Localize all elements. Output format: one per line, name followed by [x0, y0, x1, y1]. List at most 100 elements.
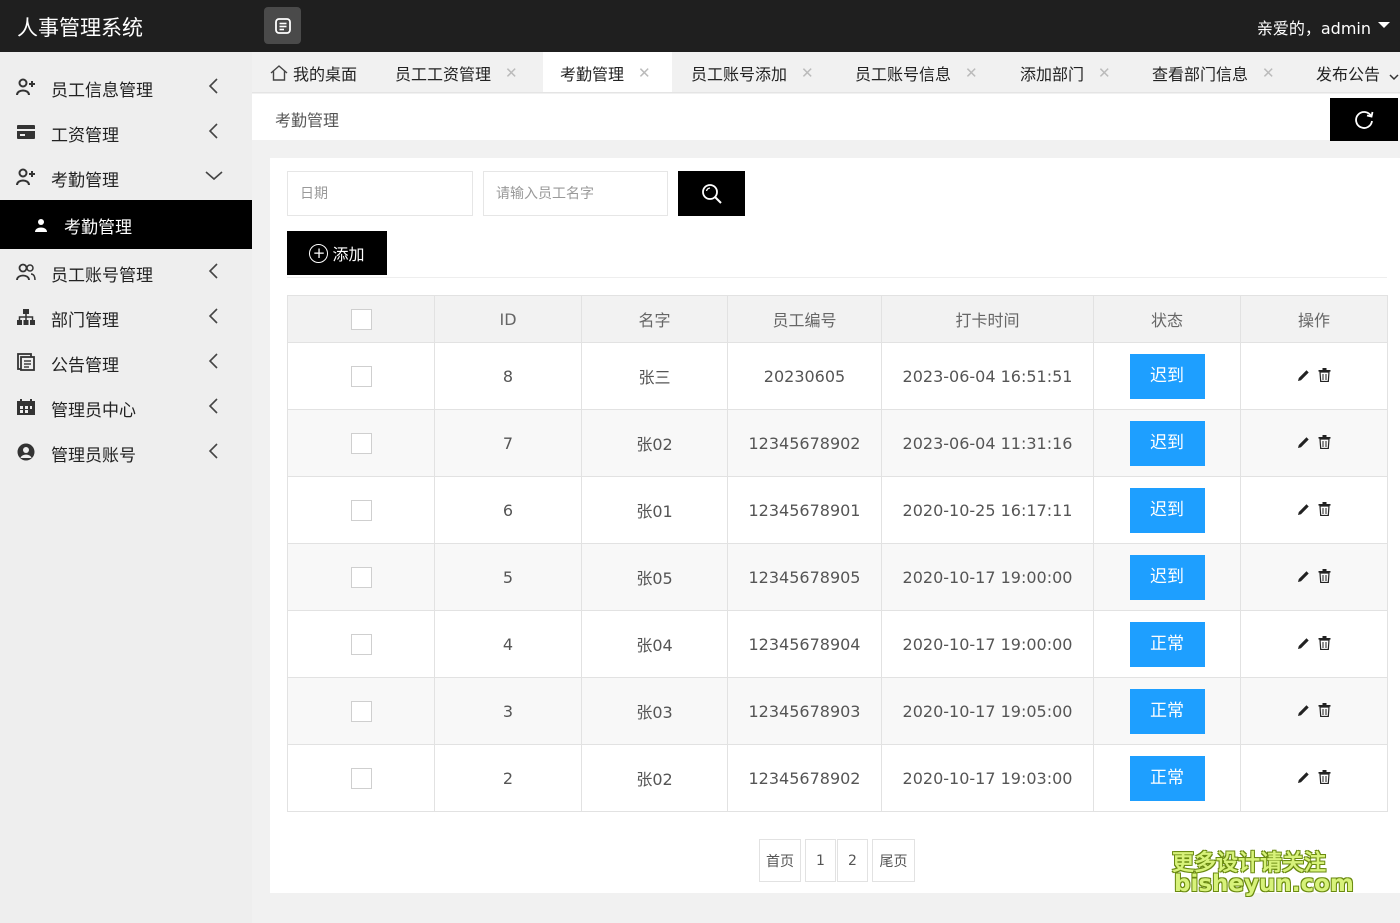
tab-add-department[interactable]: 添加部门 ✕: [1002, 52, 1134, 92]
employee-name-input[interactable]: [483, 171, 668, 216]
tab-account-add[interactable]: 员工账号添加 ✕: [672, 52, 837, 92]
refresh-icon: [1355, 110, 1374, 129]
menu-list-icon: [274, 17, 291, 34]
status-button[interactable]: 迟到: [1129, 554, 1205, 600]
name-cell: 张04: [581, 610, 728, 678]
status-button[interactable]: 正常: [1129, 755, 1205, 801]
close-icon[interactable]: ✕: [1098, 64, 1111, 82]
trash-icon[interactable]: [1318, 569, 1331, 583]
tab-salary[interactable]: 员工工资管理 ✕: [378, 52, 543, 92]
sidebar-item-label: 管理员账号: [51, 446, 136, 466]
menu-toggle-button[interactable]: [264, 7, 301, 44]
sidebar-item-label: 员工账号管理: [51, 266, 153, 286]
sidebar-item-account[interactable]: 员工账号管理: [0, 249, 252, 294]
tab-label: 员工账号添加: [691, 64, 788, 84]
tab-attendance[interactable]: 考勤管理 ✕: [543, 52, 672, 92]
id-cell: 8: [434, 342, 582, 410]
edit-icon[interactable]: [1297, 637, 1310, 650]
select-all-checkbox[interactable]: [350, 308, 372, 330]
table-row: 5 张05 12345678905 2020-10-17 19:00:00 迟到: [287, 543, 1388, 611]
sidebar-item-employee-info[interactable]: 员工信息管理: [0, 64, 252, 109]
status-cell: 正常: [1093, 744, 1241, 812]
close-icon[interactable]: ✕: [505, 64, 518, 82]
name-cell: 张02: [581, 744, 728, 812]
trash-icon[interactable]: [1318, 703, 1331, 717]
sidebar-item-label: 员工信息管理: [51, 81, 153, 101]
trash-icon[interactable]: [1318, 435, 1331, 449]
trash-icon[interactable]: [1318, 770, 1331, 784]
tab-publish-notice[interactable]: 发布公告: [1299, 52, 1399, 92]
table-row: 4 张04 12345678904 2020-10-17 19:00:00 正常: [287, 610, 1388, 678]
name-cell: 张03: [581, 677, 728, 745]
edit-icon[interactable]: [1297, 369, 1310, 382]
users-icon: [16, 262, 36, 282]
pager-page-2[interactable]: 2: [837, 839, 868, 882]
id-cell: 3: [434, 677, 582, 745]
tab-bar: 我的桌面 员工工资管理 ✕ 考勤管理 ✕ 员工账号添加 ✕ 员工账号信息 ✕ 添…: [252, 52, 1400, 93]
row-checkbox[interactable]: [350, 700, 372, 722]
table-row: 2 张02 12345678902 2020-10-17 19:03:00 正常: [287, 744, 1388, 812]
row-checkbox[interactable]: [350, 633, 372, 655]
tab-account-info[interactable]: 员工账号信息 ✕: [837, 52, 1002, 92]
tab-desktop[interactable]: 我的桌面: [252, 52, 378, 92]
sidebar-item-notice[interactable]: 公告管理: [0, 339, 252, 384]
tab-scroll-right[interactable]: [1386, 52, 1400, 92]
sidebar-subitem-label: 考勤管理: [64, 218, 132, 238]
sidebar-item-salary[interactable]: 工资管理: [0, 109, 252, 154]
name-cell: 张01: [581, 476, 728, 544]
wallet-icon: [16, 122, 36, 142]
tab-label: 员工账号信息: [855, 64, 952, 84]
search-button[interactable]: [678, 171, 745, 216]
tab-department-info[interactable]: 查看部门信息 ✕: [1134, 52, 1299, 92]
trash-icon[interactable]: [1318, 502, 1331, 516]
date-input[interactable]: [287, 171, 473, 216]
actions-cell: [1240, 409, 1388, 477]
column-header: 名字: [581, 295, 728, 343]
sidebar-item-attendance[interactable]: 考勤管理: [0, 154, 252, 199]
column-header: 状态: [1093, 295, 1241, 343]
sidebar-item-department[interactable]: 部门管理: [0, 294, 252, 339]
edit-icon[interactable]: [1297, 436, 1310, 449]
pager-last[interactable]: 尾页: [872, 839, 915, 882]
trash-icon[interactable]: [1318, 368, 1331, 382]
chevron-left-icon: [208, 263, 218, 279]
status-button[interactable]: 迟到: [1129, 420, 1205, 466]
add-button[interactable]: + 添加: [287, 231, 387, 275]
row-checkbox[interactable]: [350, 365, 372, 387]
edit-icon[interactable]: [1297, 503, 1310, 516]
close-icon[interactable]: ✕: [1262, 64, 1275, 82]
status-button[interactable]: 迟到: [1129, 487, 1205, 533]
status-cell: 迟到: [1093, 543, 1241, 611]
sitemap-icon: [16, 307, 36, 327]
status-cell: 迟到: [1093, 409, 1241, 477]
row-checkbox[interactable]: [350, 566, 372, 588]
chevron-left-icon: [208, 443, 218, 459]
sidebar-item-admin-account[interactable]: 管理员账号: [0, 429, 252, 474]
edit-icon[interactable]: [1297, 570, 1310, 583]
sidebar-item-admin-center[interactable]: 管理员中心: [0, 384, 252, 429]
row-checkbox[interactable]: [350, 767, 372, 789]
status-button[interactable]: 正常: [1129, 621, 1205, 667]
edit-icon[interactable]: [1297, 771, 1310, 784]
pager-first[interactable]: 首页: [759, 839, 801, 882]
pager-page-1[interactable]: 1: [805, 839, 836, 882]
name-cell: 张三: [581, 342, 728, 410]
select-cell: [287, 409, 435, 477]
status-button[interactable]: 迟到: [1129, 353, 1205, 399]
table-row: 8 张三 20230605 2023-06-04 16:51:51 迟到: [287, 342, 1388, 410]
sidebar-subitem-attendance[interactable]: 考勤管理: [0, 200, 252, 249]
edit-icon[interactable]: [1297, 704, 1310, 717]
trash-icon[interactable]: [1318, 636, 1331, 650]
row-checkbox[interactable]: [350, 499, 372, 521]
close-icon[interactable]: ✕: [965, 64, 978, 82]
user-circle-icon: [16, 442, 36, 462]
row-checkbox[interactable]: [350, 432, 372, 454]
column-header: ID: [434, 295, 582, 343]
user-menu[interactable]: 亲爱的，admin: [1257, 15, 1390, 39]
clock-time-cell: 2020-10-17 19:05:00: [881, 677, 1094, 745]
refresh-button[interactable]: [1330, 98, 1398, 141]
status-button[interactable]: 正常: [1129, 688, 1205, 734]
chevron-left-icon: [208, 353, 218, 369]
close-icon[interactable]: ✕: [801, 64, 814, 82]
close-icon[interactable]: ✕: [638, 64, 651, 82]
